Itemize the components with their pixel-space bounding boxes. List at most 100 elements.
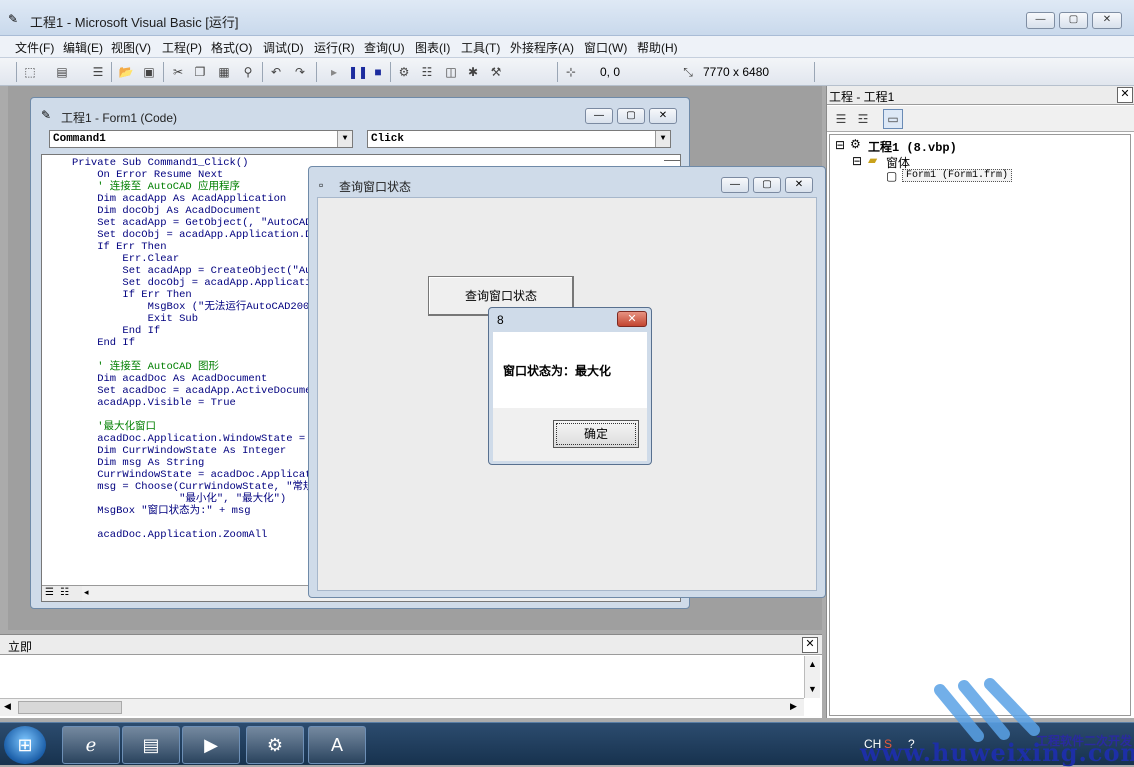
project-explorer: 工程 - 工程1 ✕ ☰ ☲ ▭ ⊟ ⚙ 工程1 (8.vbp) ⊟ ▰ 窗体 … [826,86,1134,718]
tree-expander-icon[interactable]: ⊟ [852,154,862,168]
message-box-title: 8 [497,313,504,327]
media-player-taskbar-icon[interactable]: ▶ [182,726,240,764]
menu-format[interactable]: 格式(O) [211,39,252,56]
menu-query[interactable]: 查询(U) [364,39,405,56]
properties-window-icon[interactable]: ☷ [419,64,435,80]
toolbar-separator [111,62,112,82]
view-toggle-bar[interactable]: ☰ ☷ [42,585,82,601]
redo-icon[interactable]: ↷ [292,64,308,80]
code-line: CurrWindowState = acadDoc.Applicatio [72,469,325,481]
toolbar-separator [390,62,391,82]
menu-run[interactable]: 运行(R) [314,39,355,56]
form-minimize-button[interactable]: — [721,177,749,193]
scroll-thumb[interactable] [18,701,122,714]
tree-project-root[interactable]: 工程1 (8.vbp) [868,138,957,155]
minimize-button[interactable]: — [1026,12,1055,29]
undo-icon[interactable]: ↶ [268,64,284,80]
object-combo[interactable]: Command1 ▼ [49,130,353,148]
vb-taskbar-icon[interactable]: ⚙ [246,726,304,764]
code-line: Private Sub Command1_Click() [72,157,249,169]
vb-app-icon: ✎ [8,12,19,26]
chevron-down-icon[interactable]: ▼ [655,131,670,147]
ok-button[interactable]: 确定 [553,420,639,448]
form-close-button[interactable]: ✕ [785,177,813,193]
find-icon[interactable]: ⚲ [240,64,256,80]
toolbar-separator [557,62,558,82]
code-line: Set docObj = acadApp.Application.Doc [72,229,325,241]
menu-edit[interactable]: 编辑(E) [63,39,103,56]
scroll-down-icon[interactable]: ▼ [808,684,817,694]
immediate-window-close-button[interactable]: ✕ [802,637,818,653]
split-bar[interactable] [664,155,680,161]
project-explorer-toolbar: ☰ ☲ ▭ [827,106,1134,132]
menu-project[interactable]: 工程(P) [162,39,202,56]
menu-debug[interactable]: 调试(D) [263,39,304,56]
explorer-taskbar-icon[interactable]: ▤ [122,726,180,764]
close-button[interactable]: ✕ [1092,12,1122,29]
save-icon[interactable]: ▣ [141,64,157,80]
code-maximize-button[interactable]: ▢ [617,108,645,124]
code-line: If Err Then [72,241,167,253]
maximize-button[interactable]: ▢ [1059,12,1088,29]
toggle-folders-icon[interactable]: ▭ [883,109,903,129]
window-title: 工程1 - Microsoft Visual Basic [运行] [30,15,239,30]
code-line: Set acadDoc = acadApp.ActiveDocument [72,385,325,397]
scroll-left-icon[interactable]: ◀ [4,701,11,712]
menu-addins[interactable]: 外接程序(A) [510,39,574,56]
add-project-icon[interactable]: ⬚ [22,64,38,80]
view-code-icon[interactable]: ☰ [833,111,849,127]
form-layout-icon[interactable]: ◫ [443,64,459,80]
toolbar-separator [316,62,317,82]
code-line: Dim msg As String [72,457,205,469]
code-line: '最大化窗口 [72,421,157,433]
start-icon[interactable]: ▸ [326,64,342,80]
menu-view[interactable]: 视图(V) [111,39,151,56]
procedure-combo[interactable]: Click ▼ [367,130,671,148]
tree-form1[interactable]: Form1 (Form1.frm) [902,169,1013,182]
code-close-button[interactable]: ✕ [649,108,677,124]
immediate-horizontal-scrollbar[interactable]: ◀ ▶ [0,698,804,716]
menu-diagram[interactable]: 图表(I) [415,39,450,56]
immediate-input-area[interactable] [0,656,804,698]
procedure-view-icon[interactable]: ☰ [45,587,54,598]
code-line: ' 连接至 AutoCAD 应用程序 [72,181,241,193]
toolbar-separator [814,62,815,82]
start-button[interactable]: ⊞ [4,726,46,764]
add-form-icon[interactable]: ▤ [54,64,70,80]
stop-icon[interactable]: ■ [370,64,386,80]
code-window-title-bar: ✎ 工程1 - Form1 (Code) — ▢ ✕ [31,98,689,128]
tree-expander-icon[interactable]: ⊟ [835,138,845,152]
scroll-left-icon[interactable]: ◂ [84,587,89,598]
cut-icon[interactable]: ✂ [170,64,186,80]
form-maximize-button[interactable]: ▢ [753,177,781,193]
menu-file[interactable]: 文件(F) [15,39,54,56]
project-explorer-close-button[interactable]: ✕ [1117,87,1133,103]
scroll-up-icon[interactable]: ▲ [808,659,817,669]
open-icon[interactable]: 📂 [118,64,134,80]
autocad-taskbar-icon[interactable]: A [308,726,366,764]
break-icon[interactable]: ❚❚ [348,64,368,80]
toolbar-separator [262,62,263,82]
view-object-icon[interactable]: ☲ [855,111,871,127]
code-line: End If [72,337,136,349]
menu-tools[interactable]: 工具(T) [461,39,500,56]
copy-icon[interactable]: ❐ [192,64,208,80]
project-explorer-icon[interactable]: ⚙ [396,64,412,80]
toolbox-icon[interactable]: ⚒ [488,64,504,80]
code-line: Set acadApp = GetObject(, "AutoCAD.A [72,217,325,229]
ie-taskbar-icon[interactable]: ℯ [62,726,120,764]
position-readout: 0, 0 [600,65,621,79]
message-box-close-button[interactable]: ✕ [617,311,647,327]
immediate-vertical-scrollbar[interactable]: ▲ ▼ [804,656,820,698]
menu-editor-icon[interactable]: ☰ [90,64,106,80]
full-module-view-icon[interactable]: ☷ [60,587,69,598]
position-icon: ⊹ [565,65,577,79]
paste-icon[interactable]: ▦ [216,64,232,80]
menu-help[interactable]: 帮助(H) [637,39,678,56]
object-browser-icon[interactable]: ✱ [465,64,481,80]
immediate-window: 立即 ✕ ▲ ▼ ◀ ▶ [0,634,822,718]
scroll-right-icon[interactable]: ▶ [790,701,797,712]
code-minimize-button[interactable]: — [585,108,613,124]
menu-window[interactable]: 窗口(W) [584,39,627,56]
chevron-down-icon[interactable]: ▼ [337,131,352,147]
